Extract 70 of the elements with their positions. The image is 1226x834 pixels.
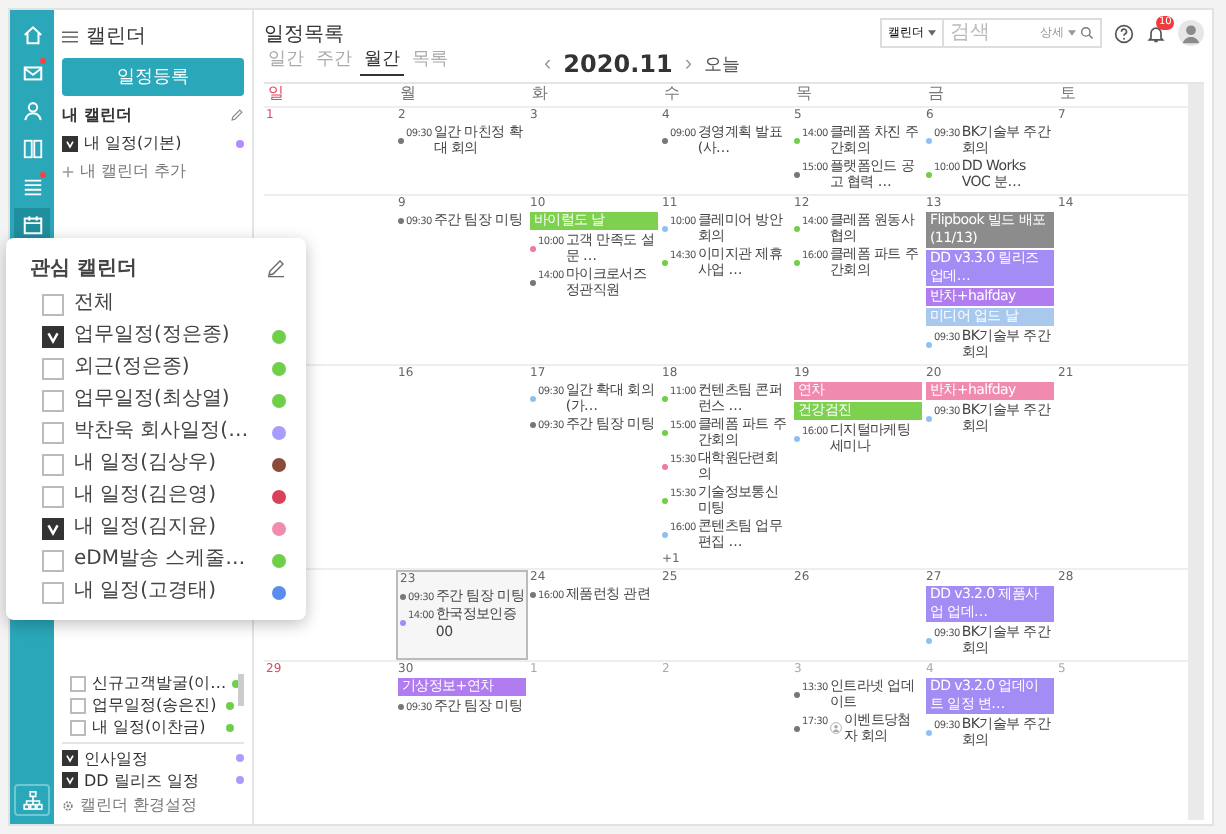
- caret-icon: [928, 30, 936, 36]
- today-button[interactable]: 오늘: [704, 51, 740, 77]
- avatar-icon[interactable]: [1178, 20, 1204, 46]
- sidebar-title: 캘린더: [86, 24, 146, 50]
- weekday-label: 일: [266, 84, 286, 106]
- calendar-name: 내 일정(기본): [84, 134, 184, 153]
- edit-icon[interactable]: [230, 108, 244, 122]
- checkbox[interactable]: [42, 293, 64, 315]
- calendar-name: 내 일정(고경태): [74, 580, 218, 604]
- weekday-label: 목: [794, 84, 814, 106]
- checkbox[interactable]: [62, 750, 78, 767]
- calendar-name: 외근(정은종): [74, 356, 192, 380]
- calendar-name: 내 일정(김지윤): [74, 516, 218, 540]
- grid-icon: [21, 137, 43, 159]
- bell-icon[interactable]: [1146, 23, 1166, 43]
- search-icon[interactable]: [1080, 26, 1094, 40]
- scrollbar[interactable]: [1188, 84, 1204, 820]
- help-icon[interactable]: [1114, 23, 1134, 43]
- calendar-name: 박찬욱 회사일정(…: [74, 420, 251, 444]
- calendar-icon: [21, 213, 43, 235]
- checkbox[interactable]: [42, 325, 64, 347]
- page-title: 일정목록: [264, 21, 344, 47]
- checkbox[interactable]: [42, 421, 64, 443]
- month-label: 2020.11: [563, 50, 673, 78]
- plus-icon: [62, 165, 74, 178]
- caret-icon: [1068, 30, 1076, 36]
- calendar-name: eDM발송 스케줄…: [74, 548, 248, 572]
- weekday-label: 월: [398, 84, 418, 106]
- calendar-name: 업무일정(최상열): [74, 388, 232, 412]
- rail-button[interactable]: [14, 784, 50, 816]
- edit-icon[interactable]: [266, 258, 286, 278]
- menu-icon[interactable]: [62, 29, 78, 43]
- checkbox[interactable]: [42, 389, 64, 411]
- gear-icon: [62, 799, 74, 811]
- checkbox[interactable]: [62, 135, 78, 152]
- calendar-name: 업무일정(송은진): [92, 696, 219, 715]
- checkbox[interactable]: [42, 357, 64, 379]
- checkbox[interactable]: [42, 581, 64, 603]
- weekday-label: 화: [530, 84, 550, 106]
- calendar-name: 내 일정(이찬금): [92, 718, 208, 738]
- scrollbar[interactable]: [238, 674, 244, 707]
- checkbox[interactable]: [42, 453, 64, 475]
- calendar-name: 내 일정(김은영): [74, 484, 218, 508]
- calendar-name: 인사일정: [84, 749, 150, 768]
- person-icon: [21, 99, 43, 121]
- checkbox[interactable]: [42, 485, 64, 507]
- checkbox[interactable]: [70, 697, 86, 714]
- calendar-name: 내 일정(김상우): [74, 452, 218, 476]
- org-chart-icon: [21, 789, 43, 811]
- home-icon: [21, 23, 43, 45]
- checkbox[interactable]: [70, 675, 86, 692]
- weekday-label: 금: [926, 84, 946, 106]
- checkbox[interactable]: [42, 549, 64, 571]
- calendar-name: 전체: [74, 292, 116, 316]
- rail-button[interactable]: [14, 208, 50, 240]
- mail-icon: [21, 61, 43, 83]
- checkbox[interactable]: [70, 720, 86, 737]
- calendar-name: 신규고객발굴(이…: [92, 674, 227, 693]
- calendar-name: DD 릴리즈 일정: [84, 771, 201, 790]
- popup-title: 관심 캘린더: [30, 256, 137, 282]
- calendar-name: 업무일정(정은종): [74, 324, 232, 348]
- settings-link[interactable]: 캘린더 환경설정: [80, 794, 198, 816]
- view-tab[interactable]: 월간: [360, 52, 404, 76]
- checkbox[interactable]: [42, 517, 64, 539]
- checkbox[interactable]: [62, 772, 78, 789]
- weekday-label: 수: [662, 84, 682, 106]
- list-icon: [21, 175, 43, 197]
- weekday-label: 토: [1058, 84, 1078, 106]
- add-calendar-link[interactable]: 내 캘린더 추가: [80, 160, 187, 183]
- section-heading: 내 캘린더: [62, 104, 132, 126]
